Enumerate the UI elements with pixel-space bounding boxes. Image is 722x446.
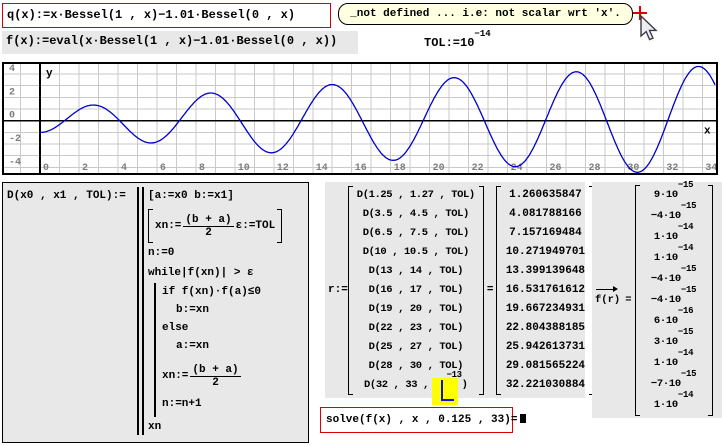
f-definition-text: f(x):=eval(x·Bessel(1 , x)−1.01·Bessel(0… — [6, 34, 337, 48]
svg-text:28: 28 — [589, 163, 601, 173]
svg-text:18: 18 — [394, 163, 406, 173]
svg-text:-4: -4 — [9, 157, 21, 168]
equals-sign: = — [625, 294, 631, 306]
mathcad-worksheet: q(x):=x·Bessel(1 , x)−1.01·Bessel(0 , x)… — [0, 0, 722, 446]
svg-text:12: 12 — [277, 163, 289, 173]
stmt-update-xn: xn:= (b + a) 2 — [162, 359, 243, 393]
stmt-incr: n:=n+1 — [162, 398, 202, 410]
matrix-cell: 22.804388185 — [503, 319, 587, 338]
matrix-cell: 1.260635847 — [503, 186, 587, 205]
xy-plot-region[interactable]: 0246810121416182022242628303234420-2-4yx — [2, 62, 718, 175]
edit-cursor-vertical-bar — [441, 380, 443, 401]
program-bar-outer-2 — [142, 187, 144, 435]
matrix-cell: 10.271949701 — [503, 243, 587, 262]
svg-text:22: 22 — [472, 163, 484, 173]
svg-text:6: 6 — [160, 163, 166, 173]
matrix-cell: 7.157169484 — [503, 224, 587, 243]
comment-region[interactable]: _not defined ... i.e: not scalar wrt 'x'… — [338, 3, 633, 25]
math-region-f-definition[interactable]: f(x):=eval(x·Bessel(1 , x)−1.01·Bessel(0… — [2, 31, 358, 54]
matrix-residual-values: 9·10−15−4·10−151·10−141·10−14−4·10−15−4·… — [635, 185, 713, 416]
matrix-cell: D(3.5 , 4.5 , TOL) — [355, 205, 477, 224]
matrix-cell: 32.221030884 — [503, 376, 587, 395]
svg-text:14: 14 — [316, 163, 328, 173]
svg-text:8: 8 — [199, 163, 205, 173]
matrix-cell: −4·10−15 — [642, 206, 706, 227]
fr-lhs: f(r) — [595, 294, 620, 306]
matrix-cell: 3·10−15 — [642, 332, 706, 353]
matrix-cell: 19.667234931 — [503, 300, 587, 319]
fraction: (b + a) 2 — [190, 364, 240, 389]
svg-text:0: 0 — [43, 163, 49, 173]
svg-text:-2: -2 — [9, 134, 21, 145]
plot-canvas: 0246810121416182022242628303234420-2-4yx — [4, 64, 716, 173]
math-region-tol[interactable]: TOL:=10−14 — [424, 36, 491, 50]
svg-text:10: 10 — [238, 163, 250, 173]
matrix-cell: D(10 , 10.5 , TOL) — [355, 243, 477, 262]
stmt-else: a:=xn — [176, 340, 209, 352]
vectorize-operator: f(r) — [595, 294, 620, 306]
matrix-cell: D(16 , 17 , TOL) — [355, 281, 477, 300]
stmt-n-init: n:=0 — [148, 247, 174, 259]
solve-text: solve(f(x) , x , 0.125 , 33)= — [326, 414, 517, 426]
matrix-cell: D(25 , 27 , TOL) — [355, 338, 477, 357]
stmt-init-xn: xn:= (b + a) 2 ε:=TOL — [148, 209, 282, 243]
stmt-while: while |f(xn)| > ε — [148, 267, 254, 279]
svg-text:0: 0 — [9, 111, 15, 122]
matrix-cell: D(6.5 , 7.5 , TOL) — [355, 224, 477, 243]
equals-sign: = — [487, 284, 494, 296]
stmt-then: b:=xn — [176, 304, 209, 316]
svg-text:4: 4 — [9, 64, 15, 75]
matrix-cell: D(13 , 14 , TOL) — [355, 262, 477, 281]
math-region-residuals[interactable]: f(r) = 9·10−15−4·10−151·10−141·10−14−4·1… — [592, 182, 722, 418]
matrix-cell: D(32 , 33 , 10−13) — [355, 376, 477, 395]
svg-text:16: 16 — [355, 163, 367, 173]
svg-text:26: 26 — [550, 163, 562, 173]
matrix-cell: −4·10−15 — [642, 290, 706, 311]
matrix-root-values: 1.2606358474.0817881667.15716948410.2719… — [496, 186, 594, 395]
matrix-root-calls: D(1.25 , 1.27 , TOL)D(3.5 , 4.5 , TOL)D(… — [348, 186, 484, 395]
program-bar-outer-1 — [137, 187, 139, 435]
math-region-roots-vector[interactable]: r:= D(1.25 , 1.27 , TOL)D(3.5 , 4.5 , TO… — [325, 182, 585, 398]
svg-text:4: 4 — [121, 163, 127, 173]
math-region-q-definition[interactable]: q(x):=x·Bessel(1 , x)−1.01·Bessel(0 , x) — [2, 3, 331, 28]
matrix-cell: 4.081788166 — [503, 205, 587, 224]
svg-text:2: 2 — [9, 87, 15, 98]
stmt-else-kw: else — [162, 322, 188, 334]
svg-text:y: y — [46, 68, 53, 80]
comment-text: _not defined ... i.e: not scalar wrt 'x'… — [350, 8, 621, 20]
matrix-cell: D(19 , 20 , TOL) — [355, 300, 477, 319]
matrix-cell: 1·10−14 — [642, 227, 706, 248]
program-region-bisection[interactable]: D(x0 , x1 , TOL):= [a:=x0 b:=x1] xn:= (b… — [2, 182, 309, 443]
svg-text:2: 2 — [82, 163, 88, 173]
matrix-cell: D(1.25 , 1.27 , TOL) — [355, 186, 477, 205]
matrix-cell: 1·10−14 — [642, 395, 706, 416]
mouse-pointer-icon — [640, 15, 660, 47]
svg-text:x: x — [704, 126, 711, 138]
stmt-return: xn — [148, 421, 161, 433]
matrix-cell: D(22 , 23 , TOL) — [355, 319, 477, 338]
tol-exponent: −14 — [474, 29, 490, 39]
q-definition-text: q(x):=x·Bessel(1 , x)−1.01·Bessel(0 , x) — [7, 8, 295, 22]
matrix-cell: 29.081565224 — [503, 357, 587, 376]
edit-cursor-highlight — [432, 378, 458, 405]
empty-placeholder-box[interactable] — [520, 414, 526, 423]
svg-text:20: 20 — [433, 163, 445, 173]
edit-cursor-underline — [441, 399, 454, 401]
math-region-solve[interactable]: solve(f(x) , x , 0.125 , 33)= — [320, 407, 513, 433]
matrix-cell: 25.942613731 — [503, 338, 587, 357]
matrix-cell: 6·10−16 — [642, 311, 706, 332]
stmt-if: if f(xn)·f(a)≤0 — [162, 286, 261, 298]
r-lhs: r:= — [328, 284, 348, 296]
matrix-cell: 13.399139648 — [503, 262, 587, 281]
matrix-cell: −7·10−15 — [642, 374, 706, 395]
matrix-cell: 16.531761612 — [503, 281, 587, 300]
fraction: (b + a) 2 — [183, 214, 233, 239]
program-bar-while — [154, 283, 156, 417]
program-head: D(x0 , x1 , TOL):= — [7, 190, 126, 202]
stmt-init-ab: [a:=x0 b:=x1] — [148, 190, 234, 202]
tol-base: TOL:=10 — [424, 36, 474, 50]
svg-text:34: 34 — [705, 163, 716, 173]
svg-text:32: 32 — [666, 163, 678, 173]
